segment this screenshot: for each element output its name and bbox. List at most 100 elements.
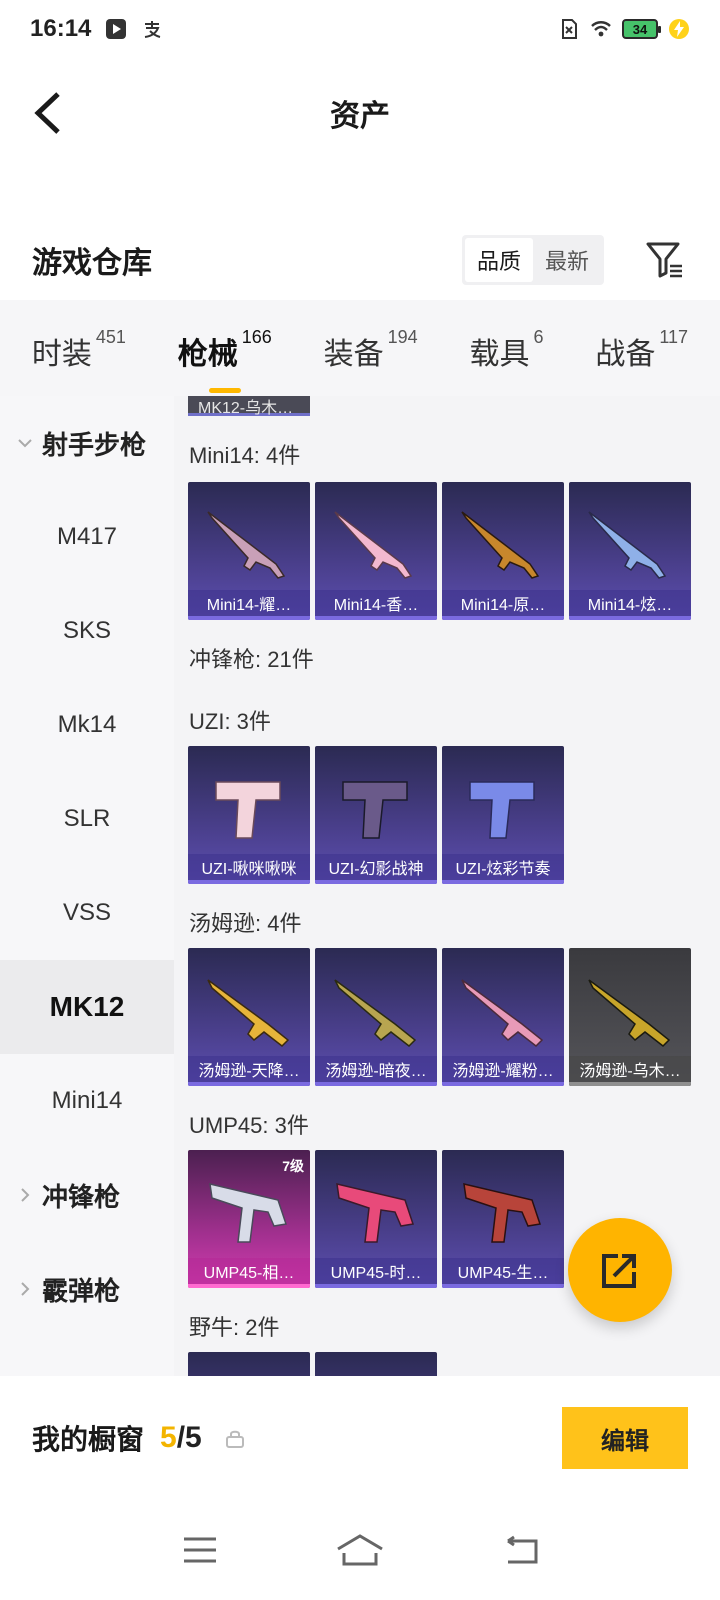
card-label: UZI-炫彩节奏: [442, 854, 564, 884]
filter-icon: [646, 242, 682, 278]
weapon-card[interactable]: Mini14-耀…: [188, 482, 310, 620]
weapon-card[interactable]: UMP45-时…: [315, 1150, 437, 1288]
tab-count: 166: [241, 327, 272, 347]
battery-icon: 34: [622, 19, 661, 39]
tab-fashion[interactable]: 时装 451: [32, 323, 126, 373]
menu-icon: [184, 1537, 216, 1563]
weapon-card[interactable]: 汤姆逊-耀粉…: [442, 948, 564, 1086]
card-label: Mini14-耀…: [188, 590, 310, 620]
card-label: 汤姆逊-耀粉…: [442, 1056, 564, 1086]
section-title-bizon: 野牛: 2件: [189, 1315, 280, 1340]
weapon-card[interactable]: 7级 UMP45-相…: [188, 1150, 310, 1288]
showcase-label: 我的橱窗: [32, 1424, 145, 1455]
pistol-icon: [215, 781, 281, 839]
wifi-icon: [591, 21, 611, 37]
tab-vehicles[interactable]: 载具 6: [470, 323, 544, 373]
smg-icon: [209, 1183, 287, 1243]
sidebar-group-shotgun[interactable]: 霰弹枪: [0, 1242, 174, 1336]
return-icon: [507, 1535, 538, 1564]
status-bar: 16:14 34: [0, 0, 720, 58]
sort-quality-option[interactable]: 品质: [464, 238, 533, 282]
showcase-bar: 我的橱窗 5/5 编辑: [0, 1376, 720, 1500]
video-app-icon: [106, 19, 127, 39]
weapon-card[interactable]: UMP45-生…: [442, 1150, 564, 1288]
alipay-icon: [145, 21, 161, 38]
tab-label: 时装: [31, 338, 92, 371]
showcase-used: 5: [160, 1421, 177, 1454]
tab-firearms[interactable]: 枪械 166: [178, 323, 272, 373]
share-icon: [602, 1254, 636, 1288]
system-nav-bar: [0, 1500, 720, 1600]
sidebar-group-smg[interactable]: 冲锋枪: [0, 1148, 174, 1242]
weapon-type-sidebar: 射手步枪 M417 SKS Mk14 SLR VSS MK12 Mini14 冲…: [0, 396, 174, 1376]
tab-equipment[interactable]: 装备 194: [324, 323, 418, 373]
tab-label: 装备: [323, 338, 384, 371]
card-label: UMP45-时…: [315, 1258, 437, 1288]
section-title-uzi: UZI: 3件: [189, 709, 271, 734]
charging-icon: [669, 19, 689, 39]
smg-icon: [334, 979, 417, 1047]
card-label: UMP45-相…: [188, 1258, 310, 1288]
weapon-card[interactable]: Mini14-炫…: [569, 482, 691, 620]
card-label: UMP45-生…: [442, 1258, 564, 1288]
category-tabs: 时装 451 枪械 166 装备 194 载具 6 战备 117: [0, 300, 720, 396]
thompson-grid: 汤姆逊-天降… 汤姆逊-暗夜… 汤姆逊-耀粉… 汤姆逊-乌木…: [188, 948, 691, 1086]
pistol-icon: [469, 781, 535, 839]
rifle-icon: [461, 511, 540, 579]
sidebar-group-label: 射手步枪: [42, 429, 147, 460]
sidebar-group-marksman-rifle[interactable]: 射手步枪: [0, 396, 174, 490]
weapon-card[interactable]: [315, 1352, 437, 1376]
smg-icon: [463, 1183, 541, 1243]
chevron-right-icon: [14, 1281, 36, 1297]
back-nav-button[interactable]: [496, 1530, 544, 1570]
sidebar-item-mk14[interactable]: Mk14: [0, 678, 174, 772]
section-title-ump45: UMP45: 3件: [189, 1113, 309, 1138]
ump45-grid: 7级 UMP45-相… UMP45-时… UMP45-生…: [188, 1150, 564, 1288]
weapon-card[interactable]: 汤姆逊-乌木…: [569, 948, 691, 1086]
card-label: UZI-啾咪啾咪: [188, 854, 310, 884]
sidebar-item-sks[interactable]: SKS: [0, 584, 174, 678]
sidebar-group-label: 冲锋枪: [42, 1181, 121, 1212]
weapon-card[interactable]: 汤姆逊-天降…: [188, 948, 310, 1086]
smg-icon: [461, 979, 544, 1047]
weapon-card[interactable]: Mini14-香…: [315, 482, 437, 620]
warehouse-title: 游戏仓库: [32, 247, 152, 280]
tab-supplies[interactable]: 战备 117: [595, 323, 688, 373]
sidebar-item-vss[interactable]: VSS: [0, 866, 174, 960]
uzi-grid: UZI-啾咪啾咪 UZI-幻影战神 UZI-炫彩节奏: [188, 746, 564, 884]
home-button[interactable]: [336, 1530, 384, 1570]
tab-count: 451: [95, 327, 126, 347]
back-button[interactable]: [22, 86, 72, 140]
smg-icon: [588, 979, 671, 1047]
section-title-mini14: Mini14: 4件: [189, 443, 301, 468]
sort-newest-option[interactable]: 最新: [533, 238, 601, 282]
weapon-card[interactable]: UZI-啾咪啾咪: [188, 746, 310, 884]
bizon-grid: [188, 1352, 437, 1376]
partial-card-label[interactable]: MK12-乌木…: [188, 396, 310, 417]
chevron-down-icon: [14, 437, 36, 449]
edit-button[interactable]: 编辑: [562, 1407, 688, 1469]
filter-button[interactable]: [642, 237, 688, 283]
rifle-icon: [588, 511, 667, 579]
weapon-card[interactable]: 汤姆逊-暗夜…: [315, 948, 437, 1086]
card-label: 汤姆逊-乌木…: [569, 1056, 691, 1086]
sidebar-item-m417[interactable]: M417: [0, 490, 174, 584]
section-title-smg: 冲锋枪: 21件: [189, 647, 314, 672]
share-button[interactable]: [568, 1218, 672, 1322]
sim-off-icon: [562, 19, 577, 39]
lock-icon: [225, 1430, 244, 1448]
sidebar-group-label: 霰弹枪: [42, 1275, 121, 1306]
sidebar-item-slr[interactable]: SLR: [0, 772, 174, 866]
weapon-card[interactable]: Mini14-原…: [442, 482, 564, 620]
weapon-card[interactable]: [188, 1352, 310, 1376]
showcase-total: /5: [176, 1421, 202, 1454]
home-icon: [337, 1534, 383, 1566]
card-label: UZI-幻影战神: [315, 854, 437, 884]
menu-button[interactable]: [176, 1530, 224, 1570]
weapon-card[interactable]: UZI-幻影战神: [315, 746, 437, 884]
rifle-icon: [207, 511, 286, 579]
section-title-thompson: 汤姆逊: 4件: [189, 911, 302, 936]
sidebar-item-mini14[interactable]: Mini14: [0, 1054, 174, 1148]
weapon-card[interactable]: UZI-炫彩节奏: [442, 746, 564, 884]
sidebar-item-mk12[interactable]: MK12: [0, 960, 174, 1054]
